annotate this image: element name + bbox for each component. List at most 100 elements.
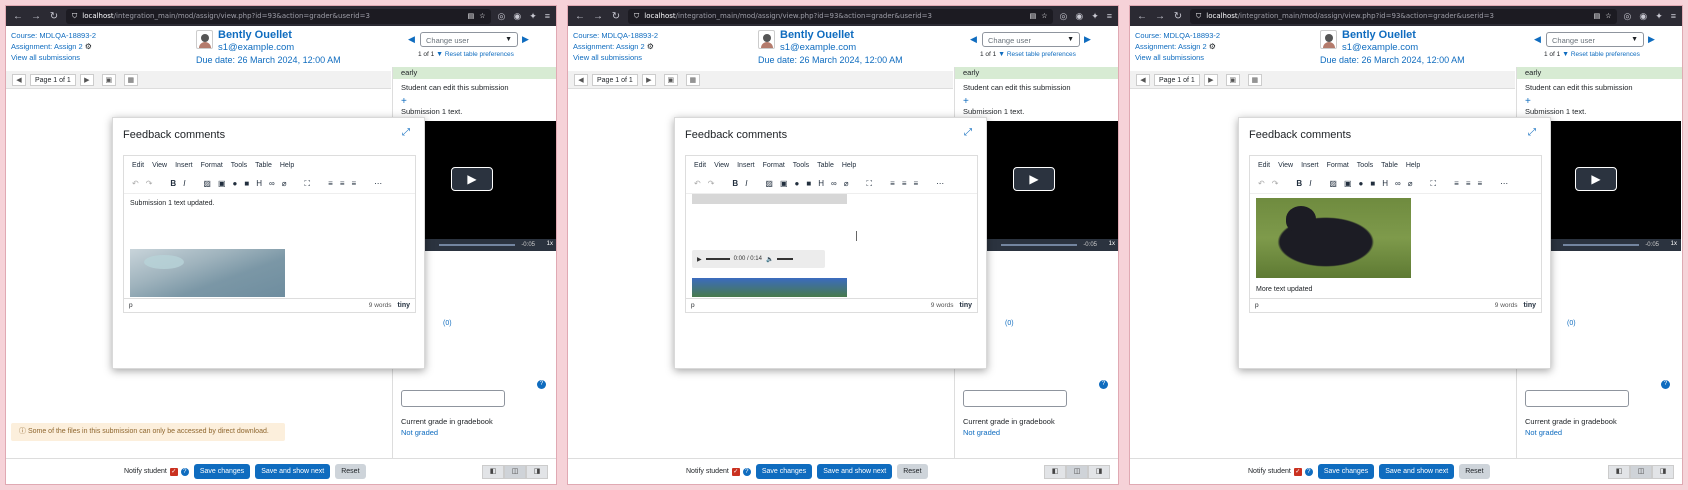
account-icon[interactable]: ◉ xyxy=(1075,11,1083,22)
not-graded-link[interactable]: Not graded xyxy=(1525,428,1562,437)
change-user-select[interactable]: Change user ▼ xyxy=(420,32,518,47)
menu-insert[interactable]: Insert xyxy=(175,162,193,169)
back-icon[interactable]: ← xyxy=(12,11,24,22)
next-user-icon[interactable]: ▶ xyxy=(1084,34,1091,45)
bookmark-star-icon[interactable]: ☆ xyxy=(479,12,485,20)
word-count[interactable]: 9 words xyxy=(931,302,954,309)
unlink-icon[interactable]: ⌀ xyxy=(282,179,287,188)
more-icon[interactable]: ⋯ xyxy=(1500,179,1508,188)
reset-button[interactable]: Reset xyxy=(897,464,928,479)
menu-icon[interactable]: ≡ xyxy=(545,11,550,22)
video-camera-icon[interactable]: ■ xyxy=(244,179,249,188)
reader-icon[interactable]: ▤ xyxy=(1594,12,1601,20)
collapse-icon[interactable]: ▦ xyxy=(1247,73,1262,86)
video-player[interactable]: ▶ xyxy=(403,121,556,239)
layout-left-icon[interactable]: ◧ xyxy=(482,465,504,479)
reset-table-preferences-link[interactable]: Reset table preferences xyxy=(1007,51,1076,58)
fullscreen-icon[interactable]: ⤢ xyxy=(402,128,412,138)
volume-slider[interactable] xyxy=(777,258,794,260)
notify-checkbox[interactable]: ✓ xyxy=(169,467,178,476)
menu-view[interactable]: View xyxy=(714,162,729,169)
reset-table-preferences-link[interactable]: Reset table preferences xyxy=(1571,51,1640,58)
italic-icon[interactable]: I xyxy=(1309,179,1311,188)
user-email[interactable]: s1@example.com xyxy=(780,42,856,53)
pocket-icon[interactable]: ◎ xyxy=(497,11,505,22)
menu-view[interactable]: View xyxy=(1278,162,1293,169)
element-path[interactable]: p xyxy=(1255,302,1259,309)
back-icon[interactable]: ← xyxy=(574,11,586,22)
element-path[interactable]: p xyxy=(691,302,695,309)
change-user-select[interactable]: Change user ▼ xyxy=(982,32,1080,47)
layout-left-icon[interactable]: ◧ xyxy=(1608,465,1630,479)
files-count-link[interactable]: (0) xyxy=(1005,320,1014,327)
menu-edit[interactable]: Edit xyxy=(132,162,144,169)
previous-user-icon[interactable]: ◀ xyxy=(970,34,977,45)
save-and-next-button[interactable]: Save and show next xyxy=(1379,464,1455,479)
microphone-icon[interactable]: ● xyxy=(795,179,800,188)
prev-page-icon[interactable]: ◀ xyxy=(12,73,26,86)
annotate-icon[interactable]: ▣ xyxy=(101,73,116,86)
collapse-icon[interactable]: ▦ xyxy=(123,73,138,86)
course-link[interactable]: Course: MDLQA-18893-2 xyxy=(573,31,658,40)
reload-icon[interactable]: ↻ xyxy=(610,11,622,22)
layout-right-icon[interactable]: ◨ xyxy=(1652,465,1674,479)
tiny-logo[interactable]: tiny xyxy=(960,302,972,309)
menu-view[interactable]: View xyxy=(152,162,167,169)
video-progress[interactable] xyxy=(1563,244,1639,246)
save-button[interactable]: Save changes xyxy=(1317,464,1375,479)
more-icon[interactable]: ⋯ xyxy=(374,179,382,188)
files-count-link[interactable]: (0) xyxy=(1567,320,1576,327)
reset-button[interactable]: Reset xyxy=(1459,464,1490,479)
word-count[interactable]: 9 words xyxy=(369,302,392,309)
bold-icon[interactable]: B xyxy=(170,179,176,188)
address-bar[interactable]: ⛉ localhost/integration_main/mod/assign/… xyxy=(628,8,1054,24)
redo-icon[interactable]: ↷ xyxy=(146,179,153,188)
fullscreen-icon[interactable]: ⤢ xyxy=(964,128,974,138)
annotate-icon[interactable]: ▣ xyxy=(663,73,678,86)
notify-checkbox[interactable]: ✓ xyxy=(731,467,740,476)
volume-icon[interactable]: 🔈 xyxy=(766,256,773,263)
unlink-icon[interactable]: ⌀ xyxy=(844,179,849,188)
menu-tools[interactable]: Tools xyxy=(793,162,809,169)
audio-player[interactable]: ▶ 0:00 / 0:14 🔈 xyxy=(692,250,825,268)
h5p-icon[interactable]: H xyxy=(818,179,824,188)
link-icon[interactable]: ∞ xyxy=(1395,179,1401,188)
next-page-icon[interactable]: ▶ xyxy=(79,73,94,86)
gear-icon[interactable]: ⚙ xyxy=(1209,42,1216,51)
tiny-logo[interactable]: tiny xyxy=(1524,302,1536,309)
more-icon[interactable]: ⋯ xyxy=(936,179,944,188)
video-progress[interactable] xyxy=(1001,244,1077,246)
menu-table[interactable]: Table xyxy=(255,162,272,169)
media-icon[interactable]: ▣ xyxy=(780,179,788,188)
italic-icon[interactable]: I xyxy=(183,179,185,188)
link-icon[interactable]: ∞ xyxy=(269,179,275,188)
gear-icon[interactable]: ⚙ xyxy=(647,42,654,51)
link-icon[interactable]: ∞ xyxy=(831,179,837,188)
expand-plus-icon[interactable]: + xyxy=(1517,96,1682,107)
tiny-logo[interactable]: tiny xyxy=(398,302,410,309)
user-name[interactable]: Bently Ouellet xyxy=(218,29,292,41)
menu-table[interactable]: Table xyxy=(817,162,834,169)
reload-icon[interactable]: ↻ xyxy=(1172,11,1184,22)
microphone-icon[interactable]: ● xyxy=(233,179,238,188)
user-name[interactable]: Bently Ouellet xyxy=(780,29,854,41)
menu-edit[interactable]: Edit xyxy=(694,162,706,169)
view-all-submissions-link[interactable]: View all submissions xyxy=(573,53,642,62)
bold-icon[interactable]: B xyxy=(732,179,738,188)
assignment-link[interactable]: Assignment: Assign 2 xyxy=(573,42,645,51)
video-controls[interactable]: -0:05 1x xyxy=(965,239,1118,251)
microphone-icon[interactable]: ● xyxy=(1359,179,1364,188)
reset-button[interactable]: Reset xyxy=(335,464,366,479)
rich-text-editor[interactable]: Edit View Insert Format Tools Table Help… xyxy=(123,155,416,313)
fullscreen-icon[interactable]: ⤢ xyxy=(1528,128,1538,138)
align-left-icon[interactable]: ≡ xyxy=(890,179,895,188)
align-right-icon[interactable]: ≡ xyxy=(914,179,919,188)
notify-checkbox[interactable]: ✓ xyxy=(1293,467,1302,476)
layout-split-icon[interactable]: ◫ xyxy=(504,465,526,479)
pocket-icon[interactable]: ◎ xyxy=(1623,11,1631,22)
align-center-icon[interactable]: ≡ xyxy=(1466,179,1471,188)
media-icon[interactable]: ▣ xyxy=(218,179,226,188)
video-progress[interactable] xyxy=(439,244,515,246)
embedded-image[interactable] xyxy=(1256,198,1411,278)
help-icon[interactable]: ? xyxy=(1099,380,1108,389)
